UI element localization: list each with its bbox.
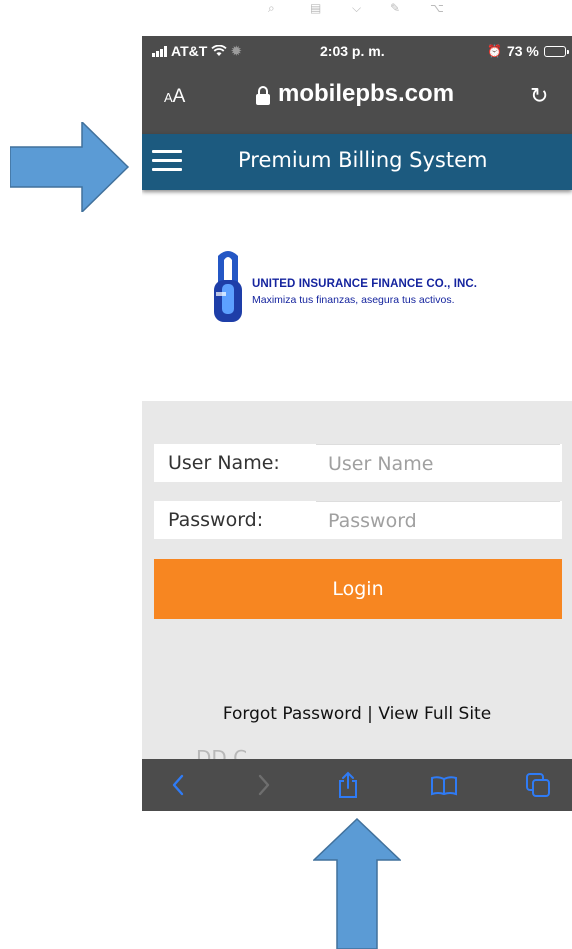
url-domain[interactable]: mobilepbs.com	[278, 80, 454, 108]
safari-bottom-toolbar	[142, 759, 572, 811]
forward-icon[interactable]	[248, 769, 280, 801]
forgot-password-link[interactable]: Forgot Password	[223, 704, 362, 724]
document-icon: ▤	[310, 1, 322, 15]
signal-icon	[152, 45, 167, 57]
lock-icon	[256, 86, 270, 106]
username-input[interactable]	[316, 444, 560, 482]
chevron-down-icon: ⌵	[352, 1, 362, 15]
carrier-name: AT&T	[171, 43, 208, 59]
login-button[interactable]: Login	[154, 559, 562, 619]
bookmarks-icon[interactable]	[428, 769, 460, 801]
status-bar: AT&T ✹ 2:03 p. m. ⏰ 73 %	[142, 36, 572, 68]
password-input[interactable]	[316, 501, 560, 539]
wifi-icon	[211, 45, 227, 56]
link-separator: |	[361, 704, 379, 724]
annotation-arrow-right-icon	[10, 122, 130, 212]
crop-icon: ⌥	[430, 1, 444, 15]
page-title: Premium Billing System	[238, 148, 488, 172]
password-label: Password:	[168, 509, 264, 531]
loading-spinner-icon: ✹	[231, 44, 242, 58]
footer-links: Forgot Password | View Full Site	[142, 704, 572, 724]
tabs-icon[interactable]	[522, 769, 554, 801]
password-row: Password:	[154, 501, 562, 539]
hamburger-menu-icon[interactable]	[152, 148, 182, 174]
app-header: Premium Billing System	[142, 134, 572, 190]
share-icon[interactable]	[332, 769, 364, 801]
view-full-site-link[interactable]: View Full Site	[378, 704, 491, 724]
zoom-icon: ⌕	[268, 1, 275, 15]
company-slogan: Maximiza tus finanzas, asegura tus activ…	[252, 294, 455, 306]
login-panel: User Name: Password: Login Forgot Passwo…	[142, 401, 572, 770]
battery-icon	[543, 45, 569, 57]
clock: 2:03 p. m.	[320, 43, 385, 59]
back-icon[interactable]	[162, 769, 194, 801]
pen-icon: ✎	[390, 1, 401, 15]
phone-screen: AT&T ✹ 2:03 p. m. ⏰ 73 % AA mobilepbs.co…	[142, 36, 572, 811]
company-logo: UNITED INSURANCE FINANCE CO., INC. Maxim…	[208, 250, 508, 330]
text-size-button[interactable]: AA	[164, 86, 185, 108]
logo-mark-icon	[214, 251, 242, 322]
company-name: UNITED INSURANCE FINANCE CO., INC.	[252, 278, 478, 290]
username-label: User Name:	[168, 452, 280, 474]
annotation-arrow-up-icon	[313, 818, 401, 949]
alarm-icon: ⏰	[487, 44, 502, 58]
carrier-group: AT&T ✹	[152, 43, 241, 59]
battery-percentage: 73 %	[506, 43, 539, 59]
battery-group: ⏰ 73 %	[487, 43, 569, 59]
screenshot-tool-toolbar: ⌕ ▤ ⌵ ✎ ⌥	[250, 0, 480, 18]
username-row: User Name:	[154, 444, 562, 482]
browser-url-bar[interactable]: AA mobilepbs.com ↻	[142, 68, 572, 134]
reload-icon[interactable]: ↻	[530, 84, 548, 109]
